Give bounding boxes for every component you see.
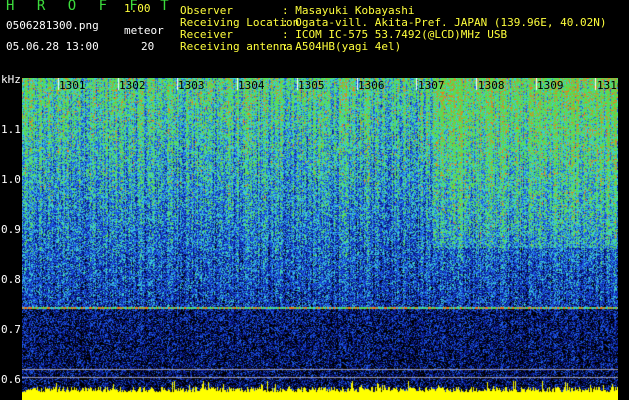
filename-label: 0506281300.png <box>6 19 99 32</box>
y-tick-label: 0.7 <box>1 323 21 336</box>
datetime-label: 05.06.28 13:00 <box>6 40 99 53</box>
x-tick-label: 1301 <box>59 79 86 92</box>
meteor-label: meteor <box>124 24 164 37</box>
x-tick-label: 1302 <box>119 79 146 92</box>
y-axis-unit: kHz <box>1 73 21 86</box>
x-tick-label: 1308 <box>478 79 505 92</box>
info-key-antenna: Receiving antenna <box>180 40 293 53</box>
x-tick-label: 1307 <box>418 79 445 92</box>
meteor-count: 20 <box>141 40 155 53</box>
spectrogram <box>22 78 618 400</box>
y-tick-label: 0.8 <box>1 273 21 286</box>
y-tick-label: 0.6 <box>1 373 21 386</box>
x-tick-label: 1304 <box>238 79 265 92</box>
x-tick-label: 1310 <box>597 79 624 92</box>
y-tick-label: 1.0 <box>1 173 21 186</box>
info-value-antenna: : A504HB(yagi 4el) <box>282 40 402 53</box>
version-label: 1.00 <box>124 2 151 15</box>
y-tick-label: 0.9 <box>1 223 21 236</box>
y-tick-label: 1.1 <box>1 123 21 136</box>
x-tick-label: 1309 <box>537 79 564 92</box>
x-tick-label: 1306 <box>358 79 385 92</box>
x-tick-label: 1305 <box>298 79 325 92</box>
x-tick-label: 1303 <box>178 79 205 92</box>
